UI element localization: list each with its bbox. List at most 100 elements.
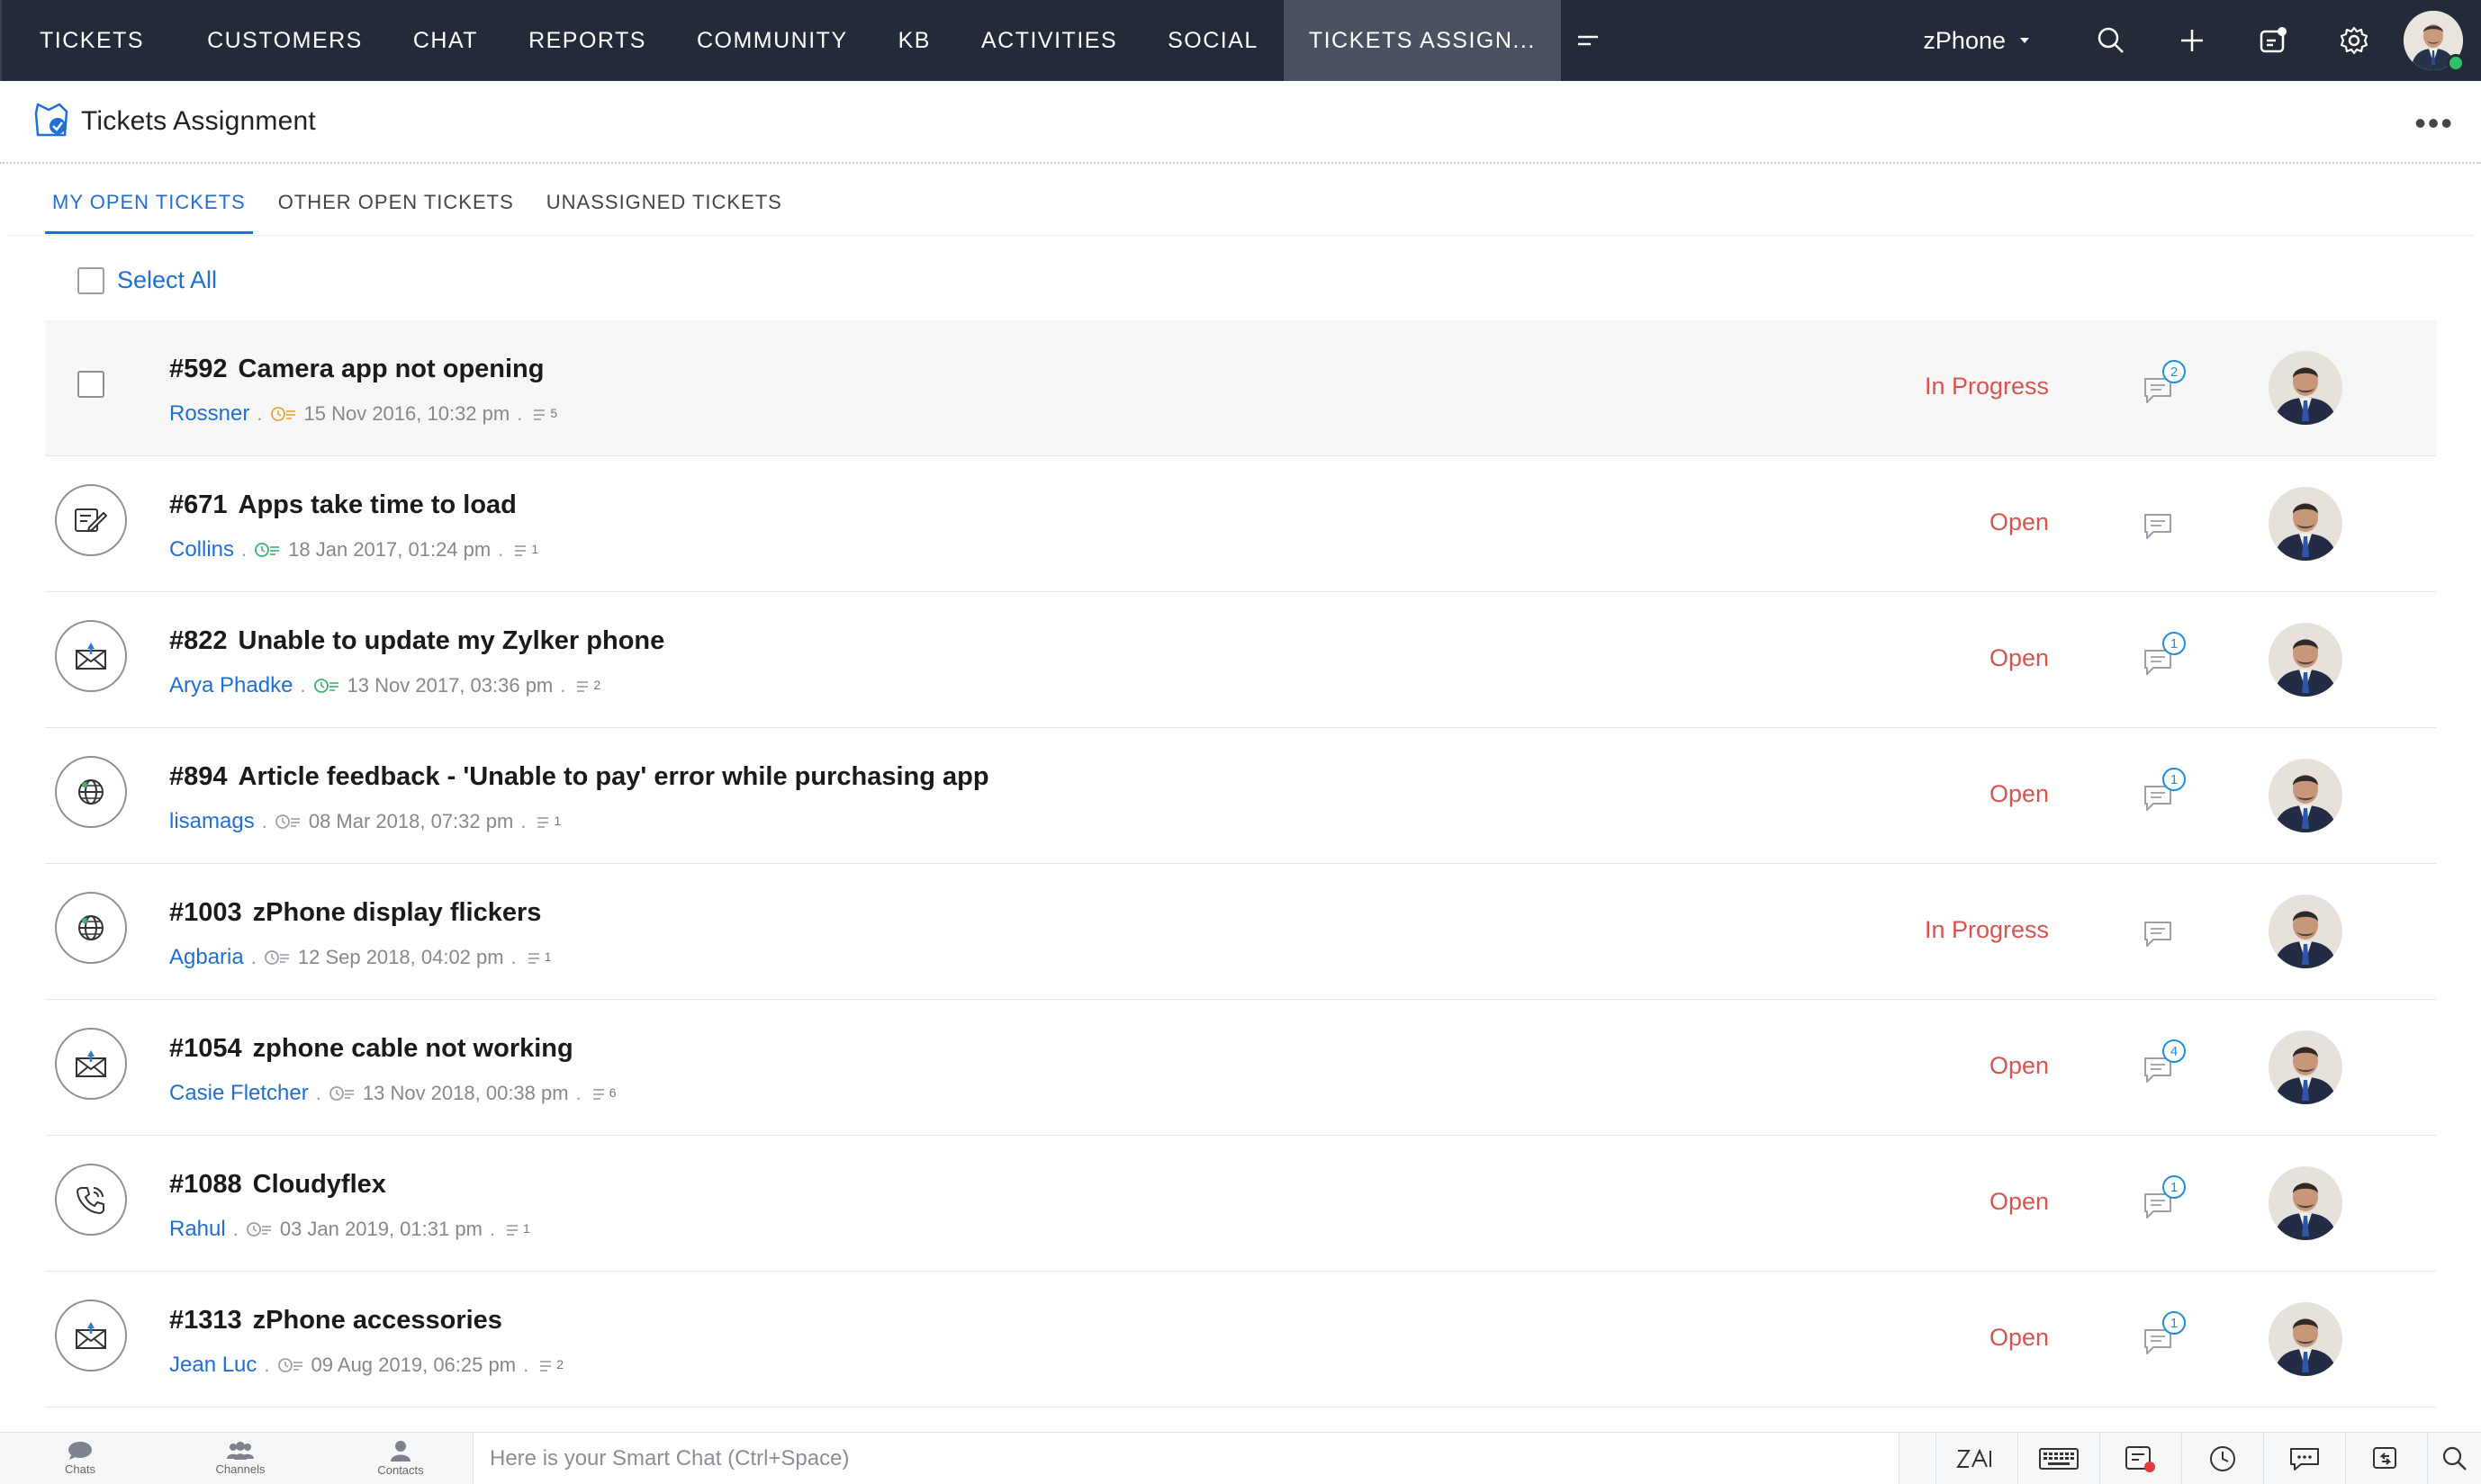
- notifications-icon[interactable]: [2233, 0, 2314, 81]
- assignee-avatar[interactable]: [2269, 1030, 2342, 1104]
- ticket-id: #1088: [169, 1170, 242, 1199]
- online-status-indicator: [2447, 54, 2465, 72]
- status-label[interactable]: In Progress: [1925, 916, 2049, 944]
- department-switcher[interactable]: zPhone: [1923, 27, 2031, 55]
- comments[interactable]: 1: [2143, 632, 2188, 686]
- ticket-row[interactable]: #894 Article feedback - 'Unable to pay' e…: [45, 728, 2436, 864]
- assignee-avatar[interactable]: [2269, 1302, 2342, 1376]
- nav-chat[interactable]: Chat: [388, 0, 503, 81]
- settings-gear-icon[interactable]: [2314, 0, 2395, 81]
- more-options-icon[interactable]: •••: [2414, 104, 2454, 142]
- ticket-subject: zPhone display flickers: [252, 898, 542, 927]
- ticket-title[interactable]: #1088 Cloudyflex: [169, 1170, 386, 1200]
- more-tabs-icon[interactable]: [1561, 0, 1615, 81]
- comment-icon: [2144, 514, 2171, 539]
- contact-name[interactable]: Casie Fletcher: [169, 1081, 309, 1106]
- comments[interactable]: 2: [2143, 360, 2188, 414]
- threads-icon: [577, 681, 589, 692]
- clock-icon[interactable]: [2181, 1433, 2263, 1484]
- contact-name[interactable]: lisamags: [169, 809, 255, 834]
- nav-kb[interactable]: KB: [873, 0, 956, 81]
- web-icon: [55, 892, 127, 964]
- ticket-row[interactable]: #1088 Cloudyflex Rahul . 03 Jan 2019, 01:…: [45, 1136, 2436, 1272]
- assignee-avatar[interactable]: [2269, 1166, 2342, 1240]
- nav-customers[interactable]: Customers: [182, 0, 388, 81]
- ticket-checkbox[interactable]: [77, 371, 104, 398]
- contact-name[interactable]: Arya Phadke: [169, 673, 293, 698]
- bottom-tab-chats[interactable]: Chats: [0, 1433, 160, 1484]
- ticket-date: 09 Aug 2019, 06:25 pm: [311, 1354, 517, 1376]
- comments[interactable]: [2143, 505, 2188, 550]
- ticket-title[interactable]: #1054 zphone cable not working: [169, 1034, 573, 1064]
- comments[interactable]: 1: [2143, 1311, 2188, 1365]
- ticket-title[interactable]: #822 Unable to update my Zylker phone: [169, 626, 664, 656]
- share-icon[interactable]: [2345, 1433, 2427, 1484]
- ticket-title[interactable]: #592 Camera app not opening: [169, 355, 545, 384]
- nav-activities[interactable]: Activities: [956, 0, 1142, 81]
- nav-tickets[interactable]: Tickets: [2, 0, 182, 81]
- ticket-row[interactable]: #822 Unable to update my Zylker phone Ary…: [45, 592, 2436, 728]
- ticket-row[interactable]: #592 Camera app not opening Rossner . 15 …: [45, 320, 2436, 456]
- assignee-avatar[interactable]: [2269, 759, 2342, 832]
- comments[interactable]: 4: [2143, 1039, 2188, 1093]
- user-avatar[interactable]: [2404, 11, 2465, 72]
- recorder-icon[interactable]: [2099, 1433, 2181, 1484]
- tab-unassigned-tickets[interactable]: Unassigned Tickets: [539, 171, 789, 234]
- contact-name[interactable]: Agbaria: [169, 945, 244, 970]
- threads-icon: [592, 1089, 604, 1100]
- assignee-avatar[interactable]: [2269, 895, 2342, 968]
- bottom-tab-contacts[interactable]: Contacts: [320, 1433, 481, 1484]
- ticket-title[interactable]: #1003 zPhone display flickers: [169, 898, 541, 928]
- ticket-row[interactable]: #1003 zPhone display flickers Agbaria . 1…: [45, 864, 2436, 1000]
- thread-count-value: 6: [609, 1085, 617, 1100]
- search-bottom-icon[interactable]: [2427, 1433, 2481, 1484]
- keyboard-icon[interactable]: [2017, 1433, 2099, 1484]
- feedback-chat-icon[interactable]: [2263, 1433, 2345, 1484]
- ticket-date: 08 Mar 2018, 07:32 pm: [308, 810, 514, 832]
- comments[interactable]: [2143, 913, 2188, 958]
- comments[interactable]: 1: [2143, 1175, 2188, 1229]
- nav-reports[interactable]: Reports: [503, 0, 672, 81]
- assignee-avatar[interactable]: [2269, 623, 2342, 697]
- nav-community[interactable]: Community: [672, 0, 873, 81]
- status-label[interactable]: Open: [1989, 780, 2049, 808]
- status-label[interactable]: In Progress: [1925, 373, 2049, 400]
- zia-icon[interactable]: [1935, 1433, 2017, 1484]
- contact-name[interactable]: Rahul: [169, 1217, 226, 1242]
- nav-tickets-assignment[interactable]: Tickets Assign...: [1283, 0, 1561, 81]
- web-form-icon: [55, 484, 127, 556]
- select-all-label[interactable]: Select All: [117, 266, 217, 294]
- tab-other-open-tickets[interactable]: Other Open Tickets: [271, 171, 521, 234]
- web-icon: [55, 756, 127, 828]
- assignee-avatar[interactable]: [2269, 351, 2342, 425]
- ticket-row[interactable]: #1313 zPhone accessories Jean Luc . 09 Au…: [45, 1272, 2436, 1408]
- status-label[interactable]: Open: [1989, 644, 2049, 672]
- ticket-row[interactable]: #671 Apps take time to load Collins . 18 …: [45, 456, 2436, 592]
- ticket-title[interactable]: #671 Apps take time to load: [169, 490, 517, 520]
- nav-social[interactable]: Social: [1142, 0, 1284, 81]
- contact-name[interactable]: Jean Luc: [169, 1353, 257, 1378]
- comments[interactable]: 1: [2143, 768, 2188, 822]
- status-label[interactable]: Open: [1989, 1324, 2049, 1352]
- contact-name[interactable]: Collins: [169, 537, 234, 562]
- ticket-date: 12 Sep 2018, 04:02 pm: [297, 946, 504, 968]
- select-all-checkbox[interactable]: [77, 266, 104, 294]
- top-navigation: Tickets Customers Chat Reports Community…: [0, 0, 2481, 81]
- ticket-title[interactable]: #894 Article feedback - 'Unable to pay' e…: [169, 762, 989, 792]
- status-label[interactable]: Open: [1989, 508, 2049, 536]
- select-all[interactable]: Select All: [77, 266, 217, 294]
- ticket-subject: zphone cable not working: [252, 1034, 573, 1063]
- assignee-avatar[interactable]: [2269, 487, 2342, 561]
- search-icon[interactable]: [2071, 0, 2152, 81]
- separator-dot: .: [498, 538, 504, 561]
- status-label[interactable]: Open: [1989, 1052, 2049, 1080]
- tab-my-open-tickets[interactable]: My Open Tickets: [45, 171, 253, 234]
- add-icon[interactable]: [2152, 0, 2233, 81]
- status-label[interactable]: Open: [1989, 1188, 2049, 1216]
- ticket-title[interactable]: #1313 zPhone accessories: [169, 1306, 502, 1336]
- ticket-row[interactable]: #1054 zphone cable not working Casie Flet…: [45, 1000, 2436, 1136]
- bottom-tab-channels[interactable]: Channels: [160, 1433, 320, 1484]
- smart-chat-input[interactable]: Here is your Smart Chat (Ctrl+Space): [473, 1433, 1899, 1484]
- contact-name[interactable]: Rossner: [169, 401, 249, 427]
- separator-dot: .: [523, 1354, 529, 1376]
